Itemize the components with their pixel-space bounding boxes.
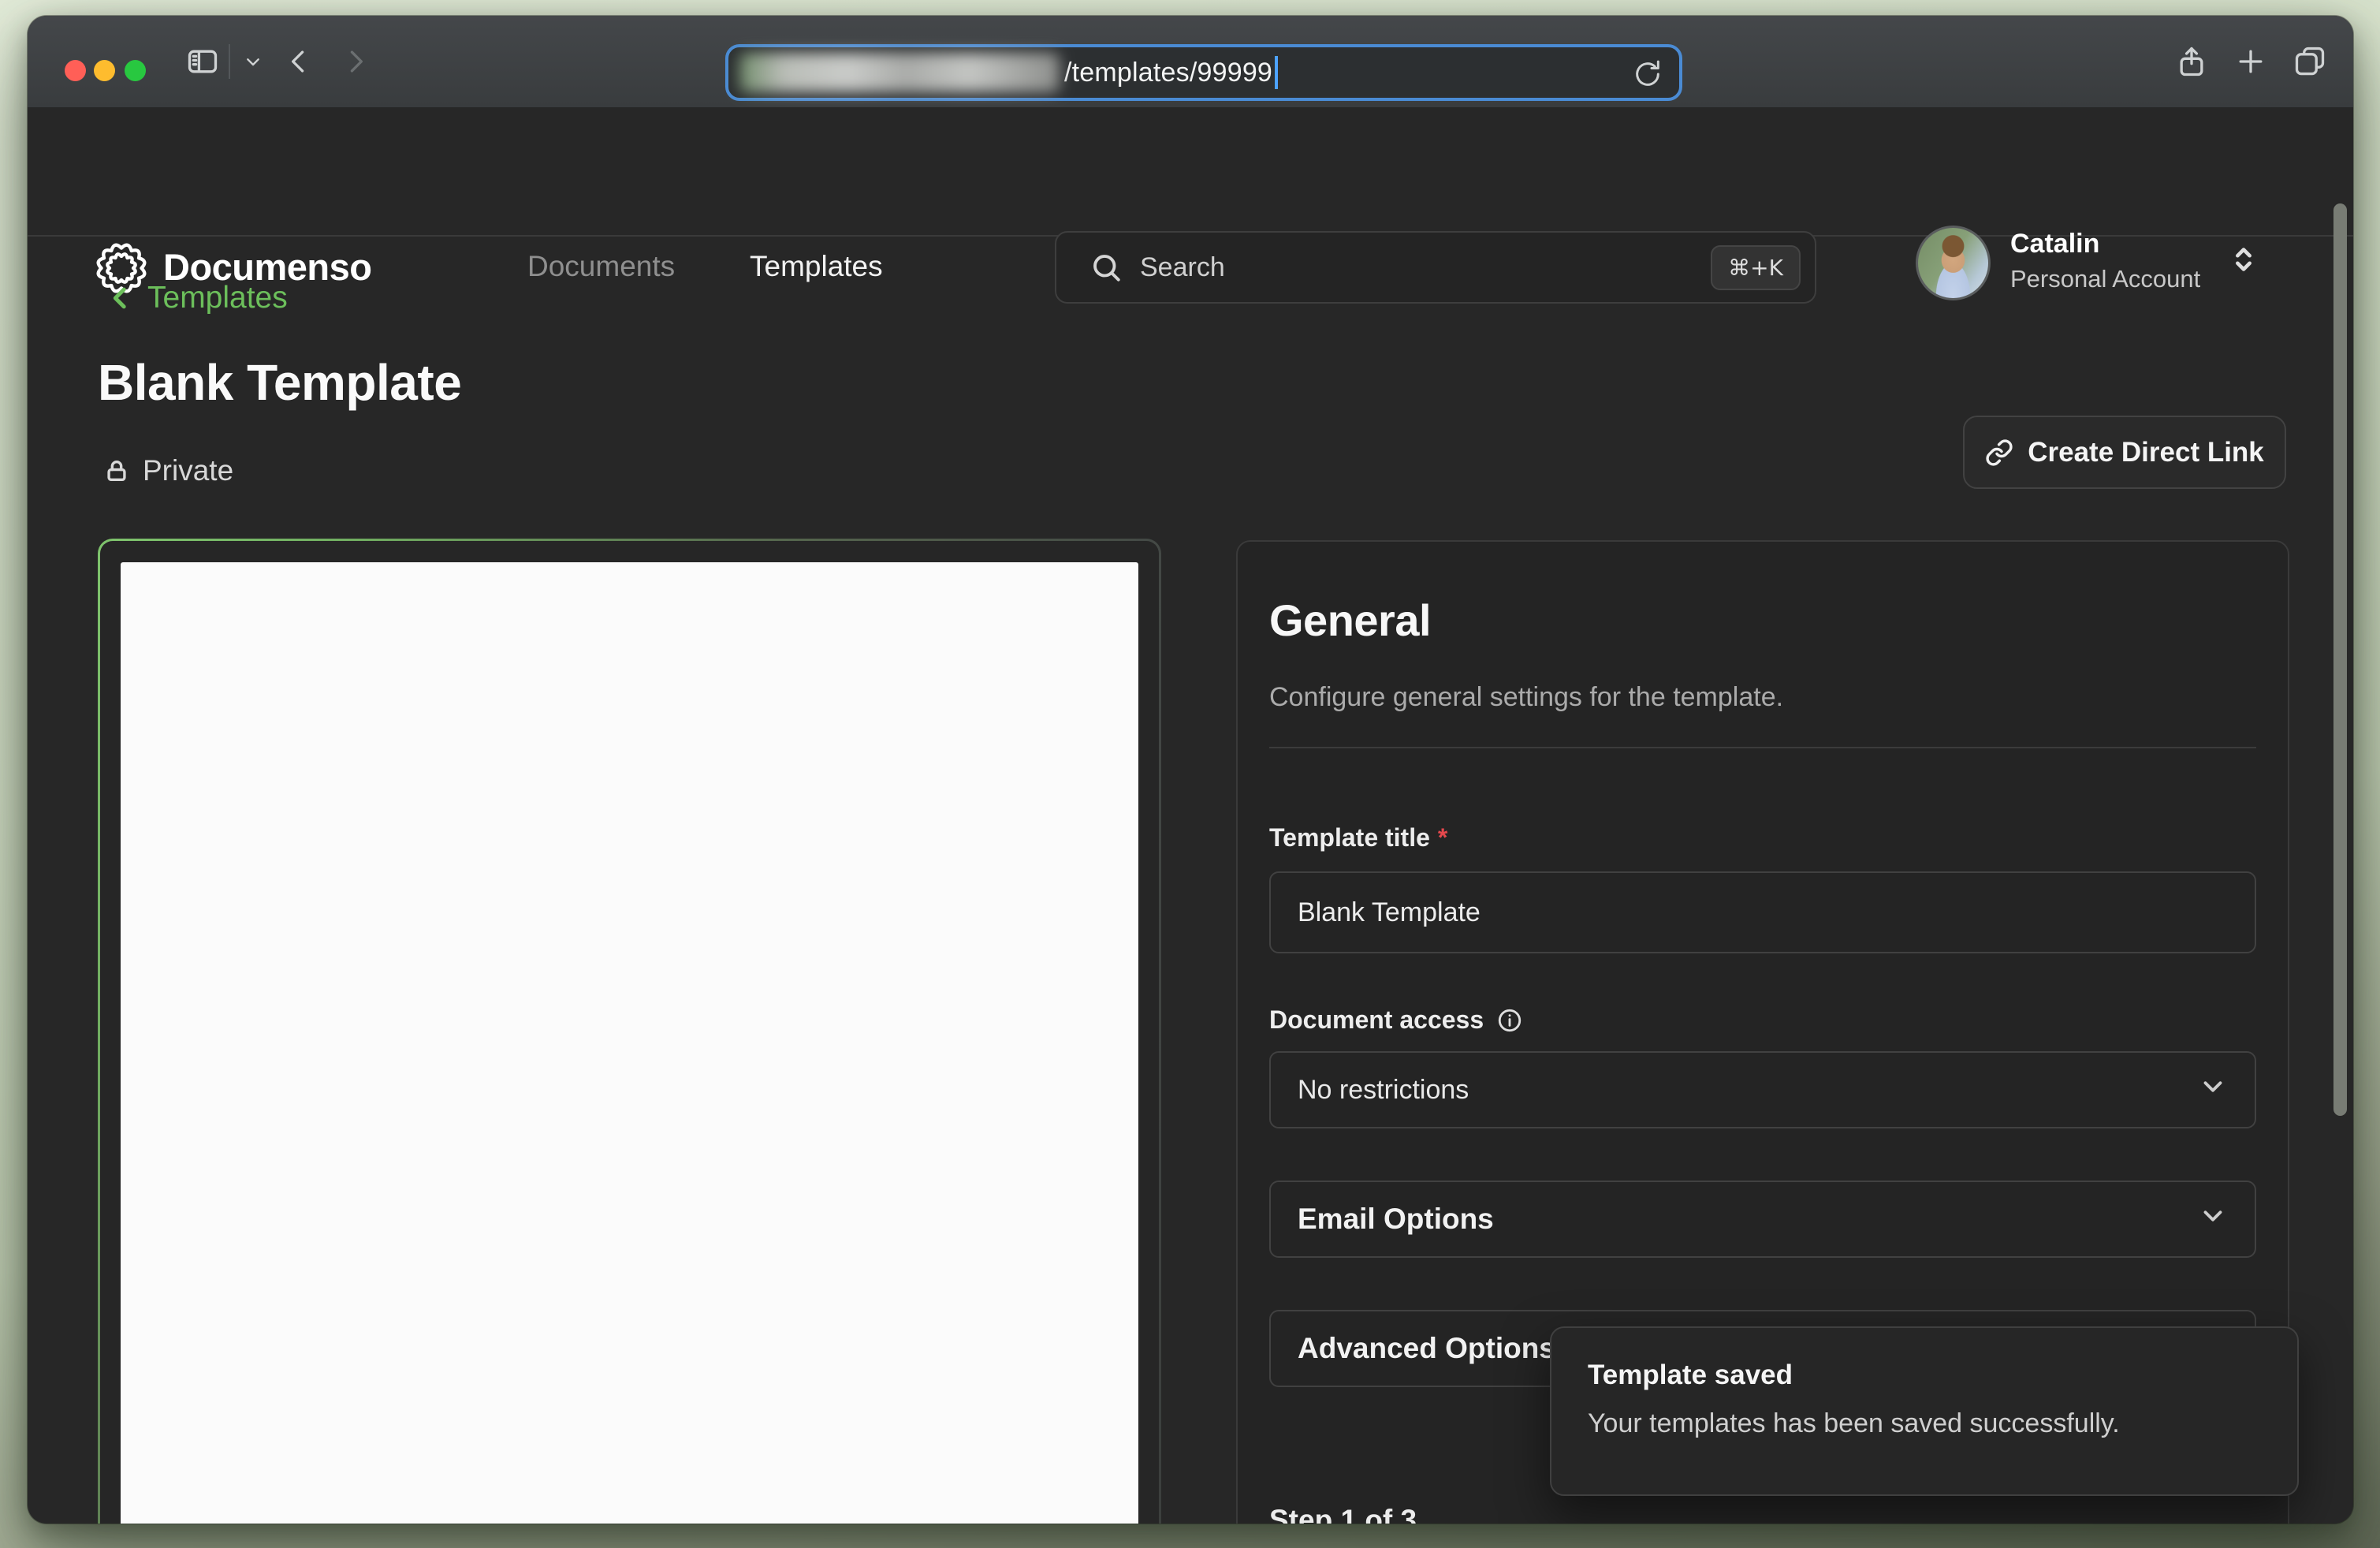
share-button[interactable] <box>2173 43 2211 80</box>
chevron-down-icon <box>2198 1201 2228 1238</box>
search-shortcut-badge: ⌘+K <box>1711 245 1801 290</box>
step-indicator: Step 1 of 3 <box>1269 1504 2256 1524</box>
link-icon <box>1985 438 2013 467</box>
sidebar-toggle-button[interactable] <box>184 43 222 80</box>
forward-button[interactable] <box>337 43 374 80</box>
sidebar-toggle-icon <box>185 44 220 79</box>
search-bar[interactable]: ⌘+K <box>1055 231 1816 304</box>
template-title-input[interactable] <box>1269 871 2256 953</box>
toast-notification: Template saved Your templates has been s… <box>1550 1326 2299 1496</box>
chevron-right-icon <box>338 44 373 79</box>
chevron-left-icon <box>281 44 316 79</box>
chevrons-up-down-icon <box>2225 241 2262 282</box>
back-button[interactable] <box>280 43 318 80</box>
page-title: Blank Template <box>98 353 461 412</box>
nav-documents[interactable]: Documents <box>527 250 675 283</box>
document-access-value: No restrictions <box>1298 1075 1469 1106</box>
url-field[interactable]: /templates/99999 <box>725 44 1682 101</box>
email-options-accordion[interactable]: Email Options <box>1269 1181 2256 1258</box>
search-icon <box>1089 251 1123 284</box>
chevron-down-icon <box>240 49 266 74</box>
traffic-light-minimize[interactable] <box>94 60 115 81</box>
search-input[interactable] <box>1140 252 1711 283</box>
document-preview-inner <box>100 541 1159 1524</box>
traffic-light-close[interactable] <box>65 60 86 81</box>
create-direct-link-label: Create Direct Link <box>2028 437 2264 468</box>
template-title-label-row: Template title * <box>1269 823 2256 852</box>
document-access-label: Document access <box>1269 1005 1484 1035</box>
avatar <box>1916 226 1991 300</box>
document-access-label-row: Document access <box>1269 1005 2256 1035</box>
traffic-light-zoom[interactable] <box>125 60 146 81</box>
toolbar-separator <box>229 44 230 79</box>
toast-message: Your templates has been saved successful… <box>1588 1408 2261 1439</box>
browser-window: /templates/99999 <box>28 16 2353 1524</box>
panel-description: Configure general settings for the templ… <box>1269 682 2256 713</box>
reload-icon <box>1632 58 1663 90</box>
breadcrumb-back-link[interactable]: Templates <box>105 281 288 315</box>
toast-title: Template saved <box>1588 1360 2261 1391</box>
account-type: Personal Account <box>2010 265 2200 293</box>
url-path-text: /templates/99999 <box>1064 58 1272 88</box>
chevron-down-icon <box>2198 1072 2228 1109</box>
create-direct-link-button[interactable]: Create Direct Link <box>1963 416 2286 489</box>
sidebar-menu-button[interactable] <box>234 43 272 80</box>
document-preview-card <box>98 539 1161 1524</box>
visibility-label: Private <box>143 454 233 487</box>
chevron-left-icon <box>105 282 136 314</box>
document-page <box>121 562 1138 1524</box>
text-cursor <box>1275 56 1278 89</box>
url-blurred-domain <box>739 53 1060 92</box>
browser-titlebar: /templates/99999 <box>28 16 2353 107</box>
breadcrumb-label: Templates <box>147 281 288 315</box>
template-title-label: Template title <box>1269 823 1430 852</box>
reload-button[interactable] <box>1629 55 1667 93</box>
document-access-select[interactable]: No restrictions <box>1269 1051 2256 1128</box>
panel-heading: General <box>1269 595 2256 646</box>
account-menu[interactable]: Catalin Personal Account <box>1912 224 2263 303</box>
required-asterisk: * <box>1438 823 1447 852</box>
visibility-row: Private <box>103 454 233 487</box>
app-header: Documenso Documents Templates ⌘+K Catali… <box>28 107 2353 237</box>
nav-templates[interactable]: Templates <box>750 250 883 283</box>
advanced-options-label: Advanced Options <box>1298 1332 1555 1365</box>
panel-divider <box>1269 747 2256 748</box>
account-name: Catalin <box>2010 229 2099 259</box>
tabs-overview-icon <box>2292 44 2327 79</box>
info-icon[interactable] <box>1496 1007 1523 1034</box>
lock-icon <box>103 457 130 484</box>
new-tab-button[interactable] <box>2232 43 2270 80</box>
scrollbar-thumb[interactable] <box>2333 203 2347 1116</box>
plus-icon <box>2233 44 2268 79</box>
desktop-background: /templates/99999 <box>0 0 2380 1548</box>
tab-overview-button[interactable] <box>2291 43 2329 80</box>
email-options-label: Email Options <box>1298 1203 1494 1236</box>
share-icon <box>2174 44 2209 79</box>
